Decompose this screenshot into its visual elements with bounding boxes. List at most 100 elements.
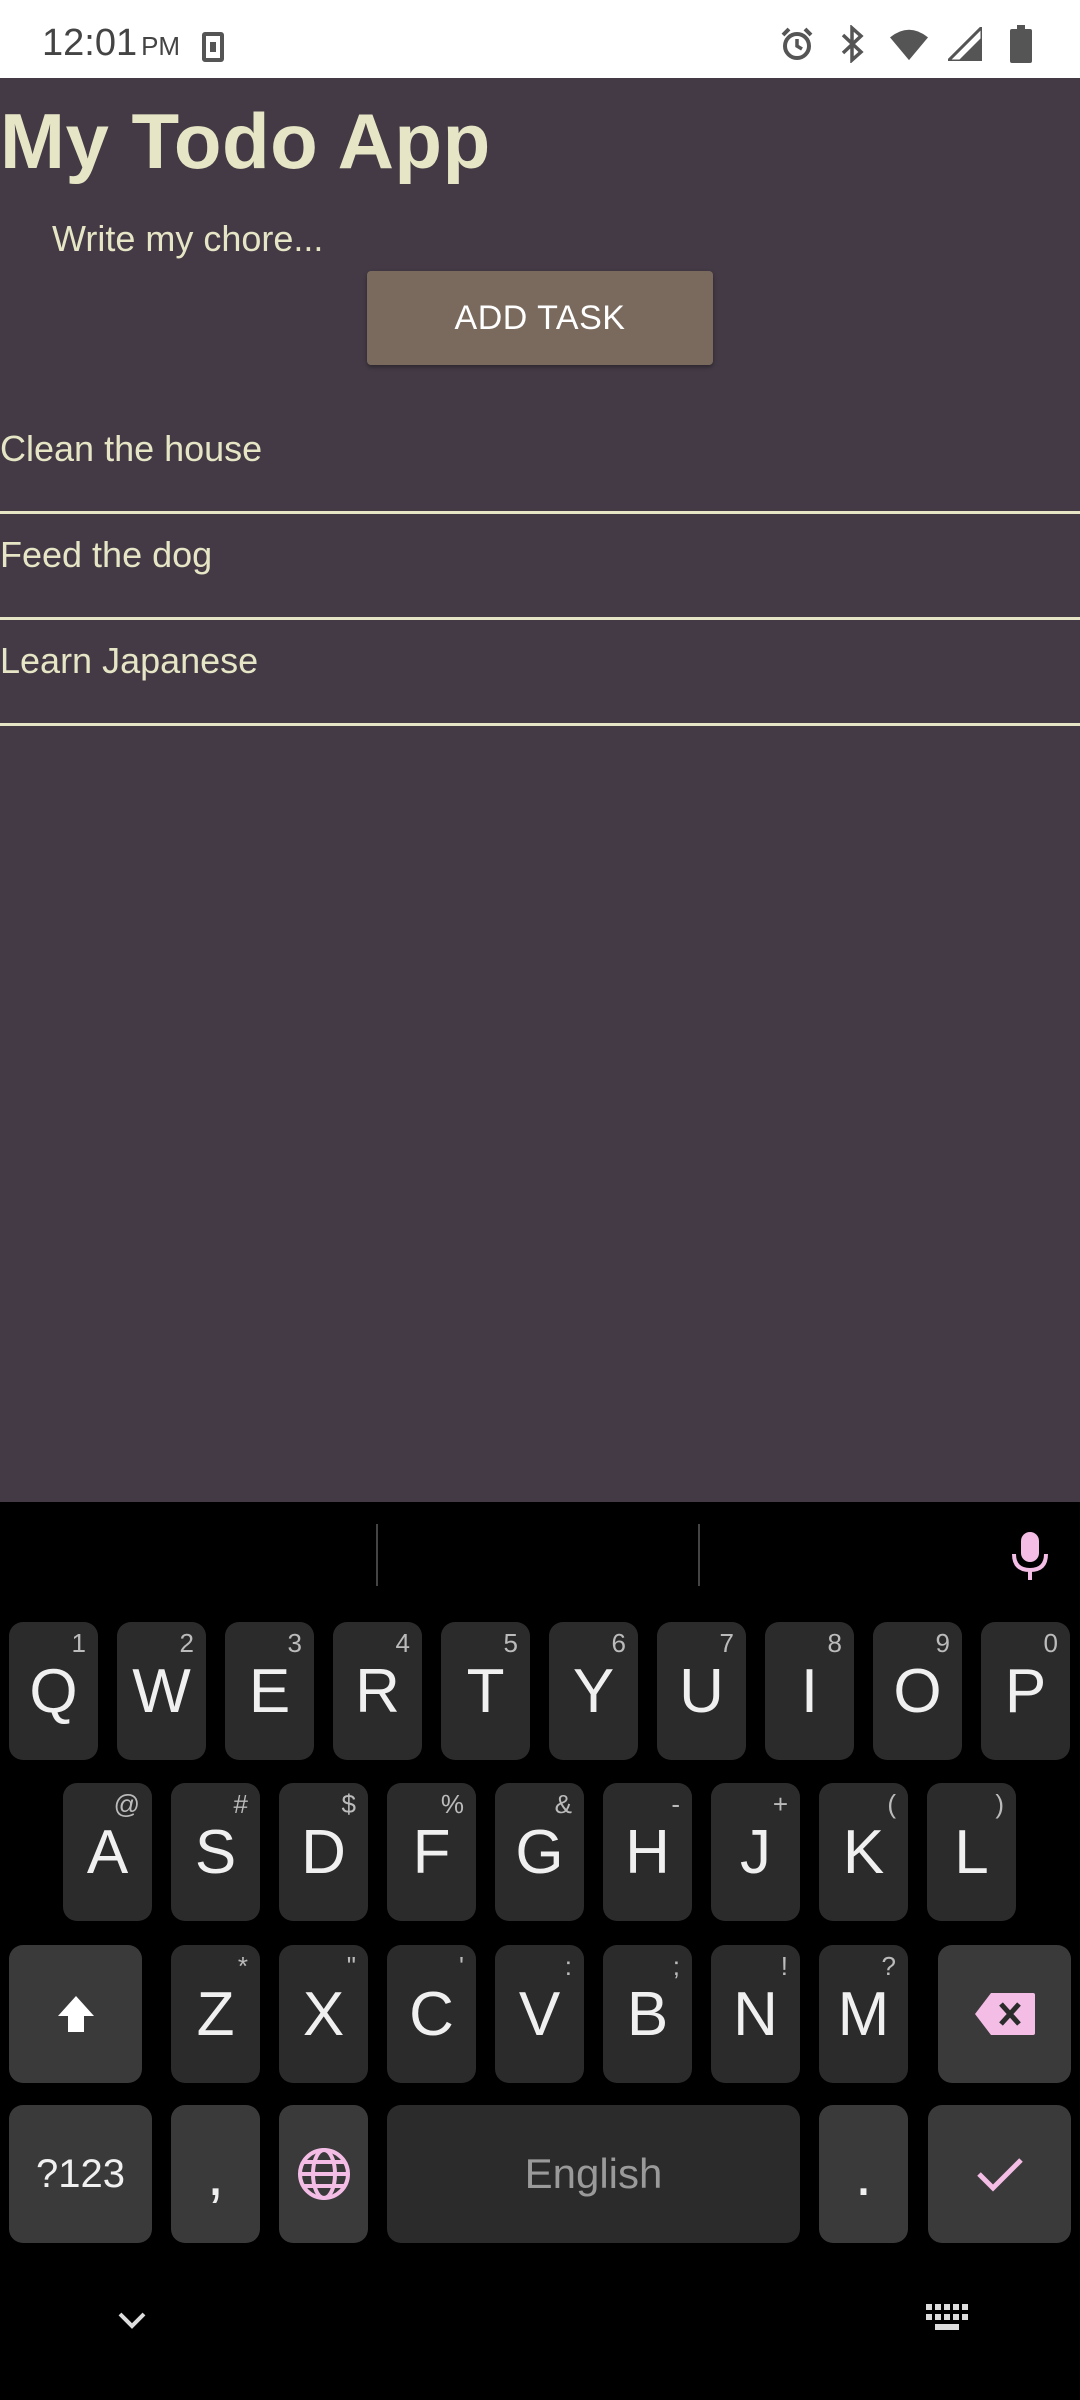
key-s[interactable]: S # — [171, 1783, 260, 1921]
key-b[interactable]: B; — [603, 1945, 692, 2083]
key-p[interactable]: P0 — [981, 1622, 1070, 1760]
key-label: E — [248, 1656, 291, 1726]
key-o[interactable]: O9 — [873, 1622, 962, 1760]
key-hint: * — [237, 1951, 248, 1981]
key-y[interactable]: Y6 — [549, 1622, 638, 1760]
key-hint: : — [564, 1951, 572, 1981]
comma-key-label: , — [206, 2139, 225, 2209]
key-v[interactable]: V: — [495, 1945, 584, 2083]
todo-app-screen: My Todo App ADD TASK Clean the house Fee… — [0, 78, 1080, 1502]
key-label: D — [301, 1817, 346, 1887]
key-h[interactable]: H- — [603, 1783, 692, 1921]
key-label: Y — [572, 1656, 615, 1726]
key-label: X — [302, 1979, 345, 2049]
period-key[interactable]: . — [819, 2105, 908, 2243]
key-hint: 8 — [827, 1628, 842, 1658]
key-label: V — [518, 1979, 561, 2049]
key-label: S — [194, 1817, 237, 1887]
key-hint: ! — [780, 1951, 788, 1981]
space-bar[interactable]: English — [387, 2105, 800, 2243]
task-item[interactable]: Learn Japanese — [0, 620, 1080, 726]
key-hint: ; — [672, 1951, 680, 1981]
alarm-icon — [778, 25, 816, 63]
key-label: O — [893, 1656, 942, 1726]
task-divider — [0, 723, 1080, 726]
key-c[interactable]: C ' — [387, 1945, 476, 2083]
key-t[interactable]: T5 — [441, 1622, 530, 1760]
microphone-icon[interactable] — [998, 1524, 1062, 1588]
key-l[interactable]: L) — [927, 1783, 1016, 1921]
key-hint: $ — [341, 1789, 356, 1819]
task-item[interactable]: Feed the dog — [0, 514, 1080, 620]
key-q[interactable]: Q1 — [9, 1622, 98, 1760]
key-j[interactable]: J + — [711, 1783, 800, 1921]
key-hint: 5 — [503, 1628, 518, 1658]
key-z[interactable]: Z * — [171, 1945, 260, 2083]
key-label: U — [679, 1656, 724, 1726]
key-hint: 2 — [179, 1628, 194, 1658]
key-hint: 7 — [719, 1628, 734, 1658]
key-hint: ( — [887, 1789, 896, 1819]
key-w[interactable]: W2 — [117, 1622, 206, 1760]
key-hint: 9 — [935, 1628, 950, 1658]
shift-key[interactable] — [9, 1945, 142, 2083]
key-m[interactable]: M? — [819, 1945, 908, 2083]
key-hint: 3 — [287, 1628, 302, 1658]
symbols-key[interactable]: ?123 — [9, 2105, 152, 2243]
chevron-down-icon[interactable] — [112, 2300, 152, 2340]
key-label: H — [625, 1817, 670, 1887]
key-r[interactable]: R4 — [333, 1622, 422, 1760]
shift-arrow-icon — [57, 1996, 94, 2032]
task-label: Learn Japanese — [0, 640, 259, 681]
key-hint: # — [233, 1789, 248, 1819]
key-label: F — [412, 1817, 451, 1887]
backspace-key[interactable] — [938, 1945, 1071, 2083]
key-label: A — [86, 1817, 129, 1887]
key-label: M — [837, 1979, 890, 2049]
add-task-button[interactable]: ADD TASK — [367, 271, 713, 365]
key-x[interactable]: X " — [279, 1945, 368, 2083]
key-label: K — [842, 1817, 885, 1887]
key-label: T — [466, 1656, 505, 1726]
task-label: Clean the house — [0, 428, 263, 469]
key-hint: % — [440, 1789, 464, 1819]
key-hint: 1 — [71, 1628, 86, 1658]
symbols-key-label: ?123 — [36, 2151, 125, 2196]
suggestion-divider — [376, 1524, 378, 1586]
status-time-value: 12:01 — [42, 22, 138, 64]
key-a[interactable]: A @ — [63, 1783, 152, 1921]
key-d[interactable]: D $ — [279, 1783, 368, 1921]
sim-card-icon — [202, 32, 224, 62]
key-f[interactable]: F% — [387, 1783, 476, 1921]
bluetooth-icon — [834, 25, 872, 63]
key-hint: ' — [459, 1951, 464, 1981]
task-input[interactable] — [52, 208, 612, 270]
key-label: N — [733, 1979, 778, 2049]
suggestion-divider — [698, 1524, 700, 1586]
task-list: Clean the house Feed the dog Learn Japan… — [0, 408, 1080, 726]
battery-icon — [1002, 25, 1040, 63]
key-i[interactable]: I8 — [765, 1622, 854, 1760]
keyboard-switch-icon[interactable] — [926, 2304, 970, 2336]
wifi-icon — [890, 25, 928, 63]
key-label: I — [800, 1656, 819, 1726]
key-label: Z — [196, 1979, 235, 2049]
status-time: 12:01 PM — [42, 22, 180, 65]
done-key[interactable] — [928, 2105, 1071, 2243]
key-label: C — [409, 1979, 454, 2049]
status-time-ampm: PM — [141, 31, 181, 61]
key-hint: @ — [113, 1789, 140, 1819]
key-label: B — [626, 1979, 669, 2049]
key-hint: 4 — [395, 1628, 410, 1658]
key-k[interactable]: K( — [819, 1783, 908, 1921]
key-g[interactable]: G & — [495, 1783, 584, 1921]
key-label: G — [515, 1817, 564, 1887]
status-icons — [778, 24, 1040, 64]
language-key[interactable] — [279, 2105, 368, 2243]
key-n[interactable]: N! — [711, 1945, 800, 2083]
key-u[interactable]: U7 — [657, 1622, 746, 1760]
task-item[interactable]: Clean the house — [0, 408, 1080, 514]
backspace-icon — [974, 1993, 1035, 2035]
comma-key[interactable]: , — [171, 2105, 260, 2243]
key-e[interactable]: E3 — [225, 1622, 314, 1760]
